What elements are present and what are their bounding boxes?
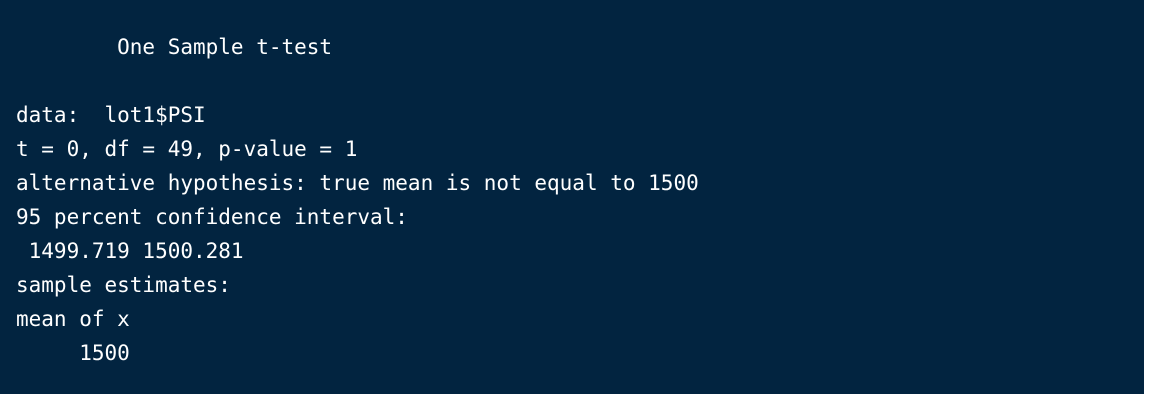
sample-estimates-label: sample estimates: <box>16 273 231 297</box>
mean-of-x-label: mean of x <box>16 307 130 331</box>
data-line: data: lot1$PSI <box>16 103 206 127</box>
confidence-interval-label: 95 percent confidence interval: <box>16 205 408 229</box>
t-test-result-text: One Sample t-test data: lot1$PSI t = 0, df… <box>16 30 699 370</box>
mean-of-x-value: 1500 <box>16 341 130 365</box>
alternative-hypothesis-line: alternative hypothesis: true mean is not… <box>16 171 699 195</box>
confidence-interval-values: 1499.719 1500.281 <box>16 239 244 263</box>
r-console-output-panel: One Sample t-test data: lot1$PSI t = 0, df… <box>0 0 1150 400</box>
t-test-title: One Sample t-test <box>16 35 333 59</box>
test-statistics-line: t = 0, df = 49, p-value = 1 <box>16 137 358 161</box>
